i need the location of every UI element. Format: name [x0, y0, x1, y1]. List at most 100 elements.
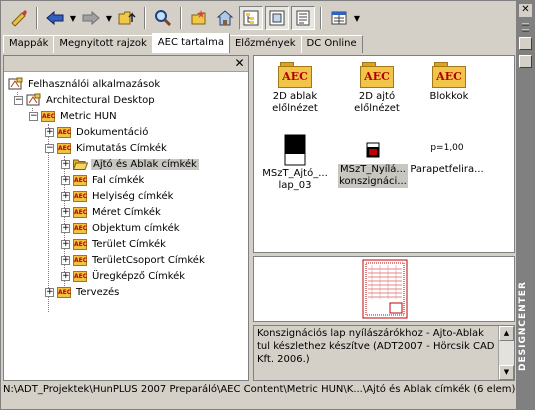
content-item[interactable]: AEC 2D ablak előlnézet — [256, 62, 334, 115]
tree-node-label: Metric HUN — [60, 110, 117, 122]
content-item-label: MSzT_Nyílá... konszignáci... — [338, 164, 408, 188]
autohide-icon[interactable] — [519, 37, 532, 50]
collapse-icon[interactable]: − — [14, 95, 23, 105]
expand-icon[interactable]: + — [61, 271, 70, 281]
properties-icon[interactable] — [519, 55, 532, 68]
tree-node[interactable]: + AEC Fal címkék — [61, 172, 146, 188]
description-scrollbar[interactable]: ▲ ▼ — [498, 326, 514, 380]
aec-folder-icon: AEC — [73, 222, 88, 234]
search-icon[interactable] — [151, 6, 175, 30]
load-icon[interactable] — [7, 6, 31, 30]
expand-icon[interactable]: + — [45, 127, 54, 137]
tree-node[interactable]: + AEC TerületCsoport Címkék — [61, 252, 207, 268]
tree-node-label: Felhasználói alkalmazások — [28, 78, 161, 90]
tree-node-label: Üregképző Címkék — [92, 270, 186, 282]
close-icon[interactable]: ✕ — [519, 4, 532, 17]
expand-icon[interactable]: + — [61, 255, 70, 265]
text-p-icon: p=1,00 — [430, 143, 464, 153]
back-dropdown-icon[interactable]: ▼ — [69, 6, 77, 30]
folder-open-icon — [73, 159, 88, 170]
content-item[interactable]: MSzT_Ajtó_... lap_03 — [256, 134, 334, 192]
description-text: Konszignációs lap nyílászárókhoz - Ajto-… — [257, 328, 495, 365]
tab-history[interactable]: Előzmények — [228, 35, 302, 53]
designcenter-titlebar[interactable]: ✕ DESIGNCENTER — [516, 1, 535, 409]
expand-icon[interactable]: + — [61, 207, 70, 217]
tree-node[interactable]: − AEC Kimutatás Címkék — [45, 140, 169, 156]
toolbar: ▼ ▼ ▼ — [3, 3, 513, 33]
tree-pane: ✕ Felhasználói alkalmazások − Architectu… — [3, 55, 249, 381]
tree-node[interactable]: + AEC Tervezés — [45, 284, 121, 300]
up-folder-icon[interactable] — [115, 6, 139, 30]
content-item[interactable]: p=1,00 Parapetfelira... — [408, 142, 486, 176]
description-pane: Konszignációs lap nyílászárókhoz - Ajto-… — [253, 325, 515, 381]
content-item-label: 2D ajtó előlnézet — [354, 91, 400, 114]
aec-folder-icon: AEC — [41, 110, 56, 122]
preview-toggle-icon[interactable] — [265, 6, 289, 30]
scroll-down-icon[interactable]: ▼ — [499, 365, 514, 380]
tree-node[interactable]: Felhasználói alkalmazások — [8, 76, 162, 92]
forward-arrow-icon[interactable] — [79, 6, 103, 30]
expand-icon[interactable]: + — [61, 159, 70, 169]
preview-thumbnail — [362, 259, 408, 319]
tree-node-label: Méret Címkék — [92, 206, 161, 218]
tree-node-selected[interactable]: + Ajtó és Ablak címkék — [61, 156, 199, 172]
favorites-icon[interactable] — [187, 6, 211, 30]
back-arrow-icon[interactable] — [43, 6, 67, 30]
tree-node[interactable]: − AEC Metric HUN — [29, 108, 119, 124]
aec-folder-icon: AEC — [73, 206, 88, 218]
aec-folder-icon: AEC — [57, 126, 72, 138]
tab-folders[interactable]: Mappák — [3, 35, 55, 53]
aec-folder-icon: AEC — [278, 62, 312, 88]
content-item-label: 2D ablak előlnézet — [272, 91, 318, 114]
views-icon[interactable] — [327, 6, 351, 30]
collapse-icon[interactable]: − — [45, 143, 54, 153]
tree-node-label: Terület Címkék — [92, 238, 166, 250]
tree-node[interactable]: + AEC Dokumentáció — [45, 124, 150, 140]
expand-icon[interactable]: + — [61, 175, 70, 185]
tab-dc-online[interactable]: DC Online — [300, 35, 363, 53]
forward-dropdown-icon[interactable]: ▼ — [105, 6, 113, 30]
expand-icon[interactable]: + — [61, 239, 70, 249]
collapse-icon[interactable]: − — [29, 111, 38, 121]
aec-folder-icon: AEC — [360, 62, 394, 88]
designcenter-title: DESIGNCENTER — [518, 281, 528, 371]
tree-node-label: Dokumentáció — [76, 126, 149, 138]
tree-node[interactable]: + AEC Méret Címkék — [61, 204, 163, 220]
expand-icon[interactable]: + — [61, 223, 70, 233]
tab-aec-content[interactable]: AEC tartalma — [151, 33, 230, 53]
expand-icon[interactable]: + — [45, 287, 54, 297]
content-item-selected[interactable]: MSzT_Nyílá... konszignáci... — [334, 142, 412, 188]
aec-folder-icon: AEC — [73, 270, 88, 282]
tree-node[interactable]: − Architectural Desktop — [14, 92, 157, 108]
tree-node[interactable]: + AEC Objektum címkék — [61, 220, 182, 236]
content-item[interactable]: AEC Blokkok — [410, 62, 488, 103]
tree-view-toggle-icon[interactable] — [239, 6, 263, 30]
grip-icon[interactable] — [522, 23, 529, 26]
scroll-up-icon[interactable]: ▲ — [499, 326, 514, 341]
tree-node-label: TerületCsoport Címkék — [92, 254, 205, 266]
close-icon[interactable]: ✕ — [233, 57, 246, 70]
tree-node[interactable]: + AEC Üregképző Címkék — [61, 268, 187, 284]
tree-header: ✕ — [4, 56, 248, 72]
status-bar: N:\ADT_Projektek\HunPLUS 2007 Preparáló\… — [3, 384, 515, 395]
tree-node-label: Kimutatás Címkék — [76, 142, 167, 154]
content-pane: AEC 2D ablak előlnézet AEC 2D ajtó előln… — [253, 55, 515, 253]
tab-open-drawings[interactable]: Megnyitott rajzok — [53, 35, 153, 53]
aec-folder-icon: AEC — [57, 142, 72, 154]
drawing-block-icon — [284, 134, 306, 166]
app-icon — [8, 77, 23, 90]
app-icon — [26, 93, 41, 106]
tab-strip: Mappák Megnyitott rajzok AEC tartalma El… — [3, 33, 363, 53]
views-dropdown-icon[interactable]: ▼ — [353, 6, 361, 30]
tree-node[interactable]: + AEC Helyiség címkék — [61, 188, 175, 204]
expand-icon[interactable]: + — [61, 191, 70, 201]
description-toggle-icon[interactable] — [291, 6, 315, 30]
designcenter-window: ▼ ▼ ▼ Mappák Megnyitott rajzok AEC tarta… — [0, 0, 535, 410]
aec-folder-icon: AEC — [432, 62, 466, 88]
grip-icon[interactable] — [522, 29, 529, 32]
content-item[interactable]: AEC 2D ajtó előlnézet — [338, 62, 416, 115]
aec-folder-icon: AEC — [73, 174, 88, 186]
home-icon[interactable] — [213, 6, 237, 30]
tree-node-label: Architectural Desktop — [46, 94, 155, 106]
tree-node[interactable]: + AEC Terület Címkék — [61, 236, 168, 252]
